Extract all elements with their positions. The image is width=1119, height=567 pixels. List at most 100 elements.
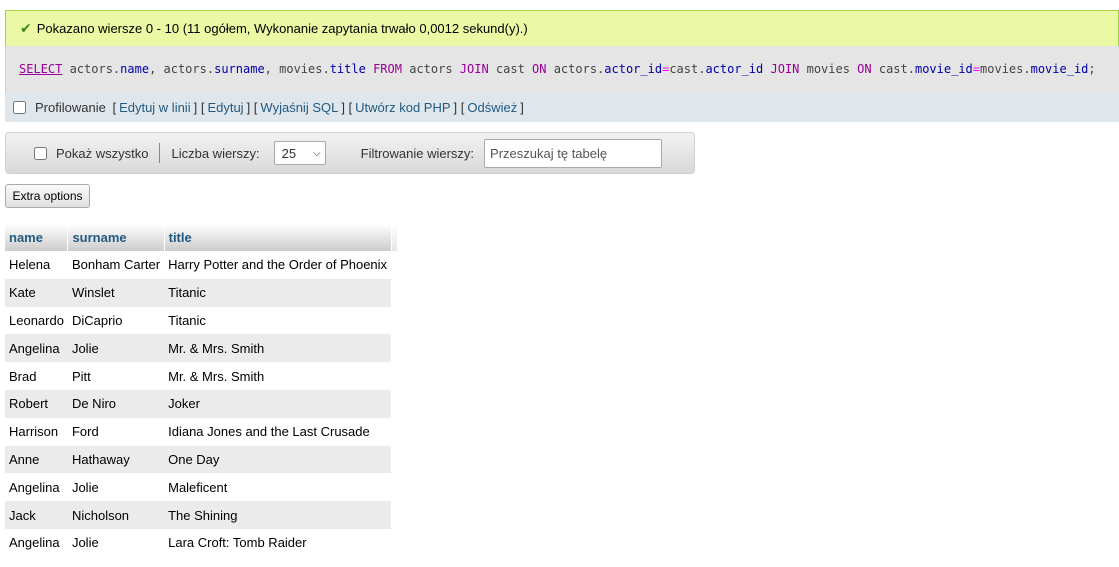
sql-token: JOIN [770,62,800,76]
table-cell-name: Brad [5,362,68,390]
table-row[interactable]: Brad Pitt Mr. & Mrs. Smith [5,362,397,390]
rows-count-value: 25 [281,145,297,161]
sql-token: ON [532,62,547,76]
table-cell-surname: Bonham Carter [67,251,165,279]
table-row[interactable]: Harrison Ford Idiana Jones and the Last Cr… [5,417,397,446]
table-row[interactable]: Angelina Jolie Lara Croft: Tomb Raider [5,528,397,557]
sql-token: movie_id [914,62,973,76]
table-cell-title: Idiana Jones and the Last Crusade [164,417,392,446]
edit-link[interactable]: Edytuj [207,100,243,115]
table-cell-name: Angelina [5,528,68,557]
table-cell-surname: Jolie [67,528,165,557]
filter-rows-input[interactable] [484,138,663,168]
profiling-label: Profilowanie [35,99,106,115]
table-cell-surname: DiCaprio [67,306,165,335]
table-cell-title: Mr. & Mrs. Smith [164,334,392,363]
show-all-checkbox[interactable] [34,146,47,160]
sql-token: actor_id [604,62,663,76]
table-cell-surname: De Niro [67,389,165,418]
table-cell-title: Harry Potter and the Order of Phoenix [164,251,392,279]
column-header-surname[interactable]: surname [67,224,165,251]
table-row[interactable]: Leonardo DiCaprio Titanic [5,306,397,335]
explain-sql-link[interactable]: Wyjaśnij SQL [260,100,338,115]
sql-token: , actors. [149,62,215,76]
show-all-label: Pokaż wszystko [56,145,149,161]
sql-token: name [120,62,150,76]
sql-token: surname [214,62,265,76]
sql-query-box: SELECT actors. name, actors. surname, movi… [5,46,1119,92]
table-cell-title: One Day [164,445,392,474]
chevron-down-icon: ⌵ [313,147,321,159]
table-cell-title: Titanic [164,306,392,335]
table-header-row: name surname title [5,224,398,251]
sql-token: actors [401,62,460,76]
table-cell-surname: Nicholson [67,501,165,529]
table-cell-name: Leonardo [5,306,68,335]
table-cell-name: Anne [5,445,68,474]
table-row[interactable]: Kate Winslet Titanic [5,278,397,307]
table-cell-title: The Shining [164,501,392,529]
table-row[interactable]: Angelina Jolie Maleficent [5,473,397,502]
table-cell-title: Mr. & Mrs. Smith [164,362,392,390]
sql-token: ON [857,62,872,76]
column-header-title[interactable]: title [164,224,392,251]
table-cell-title: Titanic [164,278,392,307]
sql-token: SELECT [19,62,63,76]
sql-token: title [329,62,366,76]
profiling-checkbox[interactable] [13,100,26,114]
table-cell-surname: Winslet [67,278,165,307]
table-cell-surname: Pitt [67,362,165,390]
table-cell-surname: Hathaway [67,445,165,474]
sql-token: movie_id [1030,62,1089,76]
table-row[interactable]: Helena Bonham Carter Harry Potter and the … [5,251,397,279]
sql-token: JOIN [459,62,489,76]
table-cell-name: Angelina [5,473,68,502]
sql-token: ; [1088,62,1096,76]
table-cell-title: Maleficent [164,473,392,502]
sql-token: FROM [373,62,402,76]
table-cell-name: Robert [5,389,68,418]
rows-count-select[interactable]: 25 ⌵ [273,141,326,165]
table-cell-surname: Jolie [67,473,165,502]
table-cell-name: Harrison [5,417,68,446]
table-cell-name: Angelina [5,334,68,363]
filter-rows-label: Filtrowanie wierszy: [360,145,475,161]
table-navigation-bar: Pokaż wszystko Liczba wierszy: 25 ⌵ Filt… [5,132,695,174]
refresh-link[interactable]: Odśwież [467,100,517,115]
table-cell-name: Kate [5,278,68,307]
table-cell-title: Lara Croft: Tomb Raider [164,528,392,557]
success-message-box: ✔ Pokazano wiersze 0 - 10 (11 ogółem, Wy… [5,10,1119,46]
check-icon: ✔ [20,20,32,36]
table-row[interactable]: Angelina Jolie Mr. & Mrs. Smith [5,334,397,363]
query-tools-bar: Profilowanie [ Edytuj w linii ] [ Edytuj… [5,92,1119,122]
table-row[interactable]: Anne Hathaway One Day [5,445,397,474]
rows-count-label: Liczba wierszy: [171,145,260,161]
table-row[interactable]: Robert De Niro Joker [5,389,397,418]
column-header-name[interactable]: name [5,224,69,251]
sql-token: cast [488,62,533,76]
sql-token: cast. [669,62,706,76]
sql-token: actors. [546,62,605,76]
results-table: name surname title Helena Bonham Carter Ha… [5,224,398,557]
table-cell-title: Joker [164,389,392,418]
sql-token: = [972,62,981,76]
extra-options-button[interactable]: Extra options [5,184,90,208]
sql-token: movies [799,62,858,76]
sql-token: movies. [980,62,1031,76]
sql-token: actors. [62,62,121,76]
edit-inline-link[interactable]: Edytuj w linii [119,100,191,115]
table-cell-name: Jack [5,501,68,529]
sql-token: cast. [871,62,915,76]
table-cell-surname: Jolie [67,334,165,363]
divider [159,143,161,163]
table-cell-surname: Ford [67,417,165,446]
table-row[interactable]: Jack Nicholson The Shining [5,501,397,529]
sql-token: , movies. [264,62,330,76]
success-message: Pokazano wiersze 0 - 10 (11 ogółem, Wyko… [36,21,528,36]
table-cell-name: Helena [5,251,68,279]
sql-token: actor_id [705,62,764,76]
sql-token: = [662,62,670,76]
create-php-code-link[interactable]: Utwórz kod PHP [355,100,450,115]
